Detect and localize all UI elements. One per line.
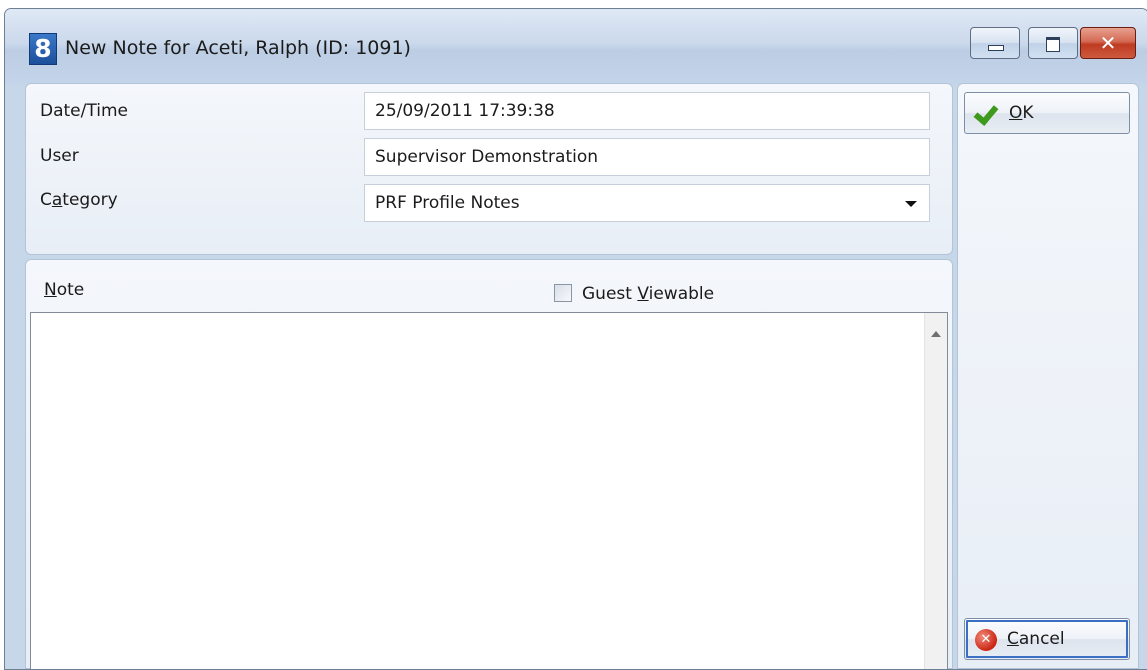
cancel-label-mnemonic: C [1007,629,1019,649]
guest-viewable-label[interactable]: Guest Viewable [582,284,714,304]
cancel-button-label: Cancel [1007,629,1065,649]
datetime-label: Date/Time [40,101,128,121]
minimize-button[interactable] [970,27,1020,59]
ok-label-end: K [1022,103,1034,123]
guest-viewable-label-end: iewable [648,284,715,304]
maximize-button[interactable] [1028,27,1078,59]
minimize-icon [988,45,1004,51]
note-panel: Note Guest Viewable [25,259,953,669]
note-label: Note [44,280,84,300]
guest-viewable-label-mnemonic: V [637,284,649,304]
category-label-start: C [40,190,52,210]
user-field[interactable]: Supervisor Demonstration [364,138,930,176]
ok-button-label: OK [1009,103,1034,123]
category-label-end: tegory [62,190,118,210]
close-icon: ✕ [1099,31,1117,55]
note-label-mnemonic: N [44,280,57,300]
cancel-label-end: ancel [1018,629,1065,649]
app-icon: 8 [29,33,57,65]
cancel-icon: ✕ [975,629,997,651]
ok-button[interactable]: OK [964,92,1130,134]
close-button[interactable]: ✕ [1080,27,1136,59]
user-label: User [40,146,79,166]
dropdown-arrow-icon[interactable] [905,201,917,207]
guest-viewable-label-start: Guest [582,284,638,304]
maximize-icon [1046,37,1060,52]
note-label-end: ote [56,280,85,300]
category-label: Category [40,190,118,210]
category-dropdown[interactable]: PRF Profile Notes [364,184,930,222]
scroll-up-arrow-icon[interactable] [931,331,941,337]
details-panel: Date/Time 25/09/2011 17:39:38 User Super… [25,83,953,255]
cancel-button[interactable]: ✕ Cancel [964,618,1130,660]
action-panel: OK ✕ Cancel [957,83,1139,669]
note-dialog: 8 New Note for Aceti, Ralph (ID: 1091) ✕… [4,8,1147,670]
note-textarea[interactable] [30,312,948,669]
datetime-field[interactable]: 25/09/2011 17:39:38 [364,92,930,130]
ok-label-mnemonic: O [1009,103,1023,123]
note-scrollbar[interactable] [924,313,947,669]
guest-viewable-checkbox[interactable] [554,284,572,302]
category-label-mnemonic: a [51,190,63,210]
category-value: PRF Profile Notes [375,193,520,213]
checkmark-icon [973,100,999,126]
window-title: New Note for Aceti, Ralph (ID: 1091) [65,37,411,59]
title-bar[interactable]: 8 New Note for Aceti, Ralph (ID: 1091) ✕ [5,9,1147,85]
